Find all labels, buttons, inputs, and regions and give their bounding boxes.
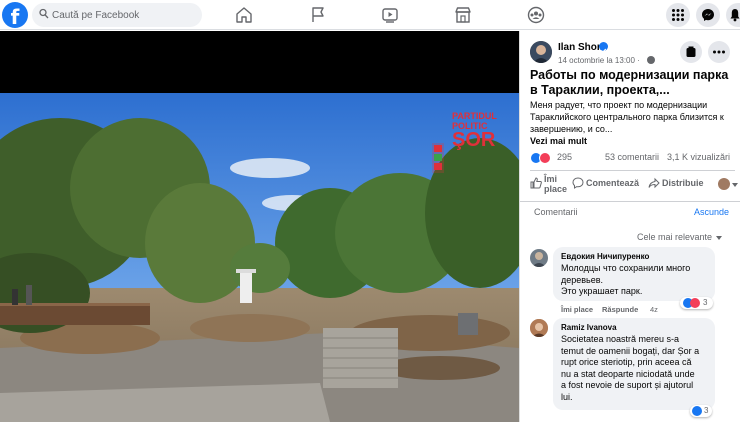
comment-line: деревьев.	[561, 274, 604, 285]
comment-line: nu a stat deoparte niciodată unde	[561, 368, 695, 379]
notifications-button[interactable]	[726, 3, 740, 27]
like-label: Îmi place	[544, 174, 568, 194]
like-reaction-icon	[692, 406, 702, 416]
author-avatar[interactable]	[530, 41, 552, 63]
sort-label: Cele mai relevante	[637, 232, 713, 242]
marketplace-icon[interactable]	[453, 5, 473, 25]
more-options-button[interactable]	[708, 41, 730, 63]
bell-icon	[730, 9, 740, 22]
hide-comments-link[interactable]: Ascunde	[694, 207, 729, 217]
menu-button[interactable]	[666, 3, 690, 27]
comment-icon	[572, 177, 584, 189]
love-reaction-icon	[690, 298, 700, 308]
chevron-down-icon[interactable]	[732, 183, 738, 187]
post-body: Меня радует, что проект по модернизации …	[530, 100, 724, 134]
video-icon[interactable]	[380, 5, 400, 25]
commenter-avatar[interactable]	[530, 319, 548, 337]
overlay-line1: PARTIDUL	[452, 111, 497, 121]
views-count: 3,1 K vizualizări	[667, 152, 731, 162]
save-post-button[interactable]	[680, 41, 702, 63]
post-side-panel: Ilan Shor 14 octombrie la 13:00 · Работы…	[519, 31, 740, 422]
share-icon	[648, 177, 660, 189]
share-label: Distribuie	[662, 178, 704, 188]
comment-label: Comentează	[586, 178, 640, 188]
comment-bubble: Евдокия Ничипуренко Молодцы что сохранил…	[553, 247, 715, 301]
commenter-name[interactable]: Ramiz Ivanova	[561, 323, 707, 332]
search-icon	[39, 8, 49, 19]
comment-reactions[interactable]: 3	[690, 405, 712, 417]
groups-icon[interactable]	[526, 5, 546, 25]
comment-reaction-count: 3	[704, 406, 709, 415]
comment-line: rupt orice steriotip, prin aceea că	[561, 357, 692, 367]
search-input[interactable]	[52, 6, 197, 24]
comment-text: Молодцы что сохранили много деревьев. Эт…	[561, 263, 707, 298]
see-more-link[interactable]: Vezi mai mult	[530, 136, 587, 146]
search-box[interactable]	[32, 3, 202, 27]
viewer-avatar[interactable]	[718, 178, 730, 190]
comment-reactions[interactable]: 3	[680, 297, 713, 309]
divider	[530, 170, 735, 171]
comment-button[interactable]: Comentează	[572, 174, 644, 198]
flag-icon[interactable]	[308, 5, 328, 25]
save-icon	[686, 46, 696, 57]
overlay-logo-text: ŞOR	[452, 129, 496, 151]
top-navigation-bar: f	[0, 0, 740, 30]
commenter-avatar[interactable]	[530, 249, 548, 267]
facebook-logo-icon[interactable]: f	[2, 2, 28, 28]
divider	[520, 201, 740, 202]
comment-line: Молодцы что сохранили много	[561, 263, 691, 273]
thumbs-up-icon	[530, 177, 542, 189]
globe-icon	[647, 56, 655, 64]
overlay-party-text: PARTIDUL POLITIC	[452, 111, 497, 131]
comment-time[interactable]: 4z	[650, 305, 658, 314]
comment-reaction-count: 3	[703, 298, 708, 307]
comments-header: Comentarii	[534, 207, 578, 217]
party-logo-icon	[432, 143, 444, 173]
sort-comments-dropdown[interactable]: Cele mai relevante	[637, 232, 723, 242]
comment-line: a fost nevoie de suport și ajutorul	[561, 380, 694, 390]
commenter-name[interactable]: Евдокия Ничипуренко	[561, 252, 707, 261]
comment-bubble: Ramiz Ivanova Societatea noastră mereu s…	[553, 318, 715, 410]
comment-reply-button[interactable]: Răspunde	[602, 305, 638, 314]
comment-line: Societatea noastră mereu s-a	[561, 334, 680, 344]
comment-line: temut de oamenii bogați, dar Șor a	[561, 345, 700, 356]
post-title: Работы по модернизации парка в Тараклии,…	[530, 68, 729, 97]
chevron-down-icon	[716, 235, 723, 240]
post-date[interactable]: 14 octombrie la 13:00 ·	[558, 56, 640, 65]
messenger-icon	[702, 9, 714, 21]
comments-count[interactable]: 53 comentarii	[605, 152, 659, 162]
messenger-button[interactable]	[696, 3, 720, 27]
menu-grid-icon	[672, 9, 684, 21]
verified-badge-icon	[599, 42, 608, 53]
reactions-count[interactable]: 295	[557, 152, 572, 162]
comment-line: Это украшает парк.	[561, 286, 643, 296]
more-icon	[713, 50, 725, 54]
like-button[interactable]: Îmi place	[530, 174, 570, 198]
comment-like-button[interactable]: Îmi place	[561, 305, 593, 314]
share-button[interactable]: Distribuie	[648, 174, 710, 198]
comment-text: Societatea noastră mereu s-a temut de oa…	[561, 334, 707, 403]
comment-line: lui.	[561, 391, 573, 402]
video-player[interactable]: PARTIDUL POLITIC ŞOR	[0, 31, 519, 422]
love-reaction-icon	[539, 152, 551, 164]
post-author-name[interactable]: Ilan Shor	[558, 42, 601, 53]
home-icon[interactable]	[234, 5, 254, 25]
